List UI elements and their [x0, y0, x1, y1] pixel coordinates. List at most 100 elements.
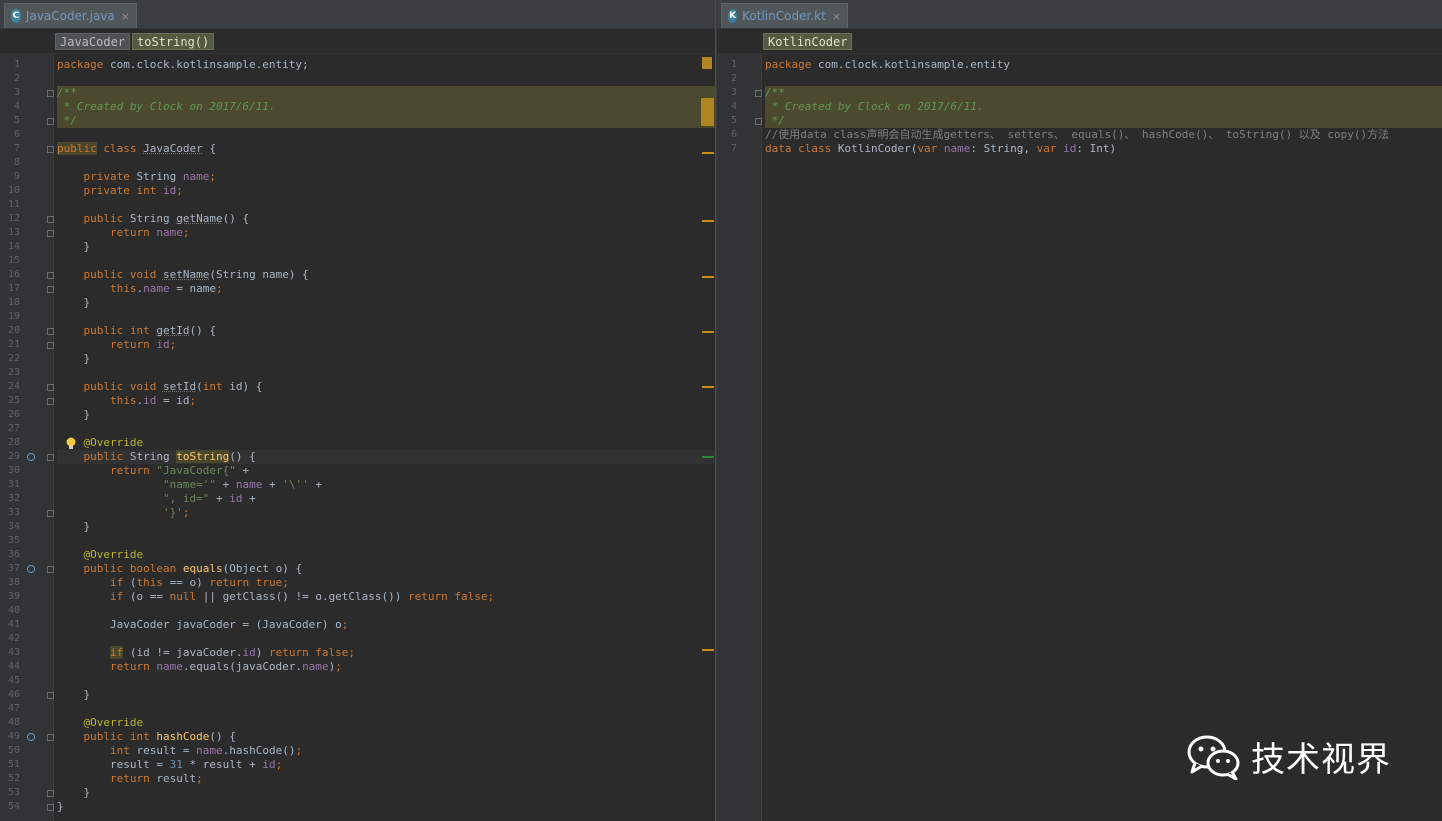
fold-marker-icon[interactable]	[47, 286, 54, 293]
code-line[interactable]	[57, 632, 715, 646]
code-line[interactable]: public int getId() {	[57, 324, 715, 338]
override-method-icon[interactable]	[27, 453, 35, 461]
breadcrumb-method[interactable]: toString()	[132, 33, 215, 50]
code-line[interactable]: "name='" + name + '\'' +	[57, 478, 715, 492]
fold-marker-icon[interactable]	[47, 384, 54, 391]
code-line[interactable]: //使用data class声明会自动生成getters、 setters、 e…	[765, 128, 1442, 142]
code-line[interactable]: public String toString() {	[57, 450, 715, 464]
fold-marker-icon[interactable]	[47, 734, 54, 741]
code-line[interactable]: this.id = id;	[57, 394, 715, 408]
code-line[interactable]: public void setId(int id) {	[57, 380, 715, 394]
highlight-marker[interactable]	[701, 98, 714, 126]
breadcrumb-class[interactable]: JavaCoder	[55, 33, 131, 50]
code-line[interactable]	[57, 254, 715, 268]
fold-marker-icon[interactable]	[47, 398, 54, 405]
code-line[interactable]: @Override	[57, 436, 715, 450]
code-line[interactable]: @Override	[57, 548, 715, 562]
fold-marker-icon[interactable]	[47, 146, 54, 153]
code-line[interactable]: }	[57, 520, 715, 534]
code-line[interactable]	[57, 310, 715, 324]
close-icon[interactable]: ×	[121, 10, 130, 23]
code-line[interactable]: ", id=" + id +	[57, 492, 715, 506]
code-line[interactable]: */	[57, 114, 715, 128]
fold-marker-icon[interactable]	[47, 804, 54, 811]
fold-marker-icon[interactable]	[47, 510, 54, 517]
error-stripe[interactable]	[701, 54, 715, 821]
fold-marker-icon[interactable]	[47, 118, 54, 125]
code-line[interactable]: return name;	[57, 226, 715, 240]
code-line[interactable]: public int hashCode() {	[57, 730, 715, 744]
fold-marker-icon[interactable]	[47, 272, 54, 279]
code-line[interactable]: @Override	[57, 716, 715, 730]
code-line[interactable]	[57, 156, 715, 170]
fold-marker-icon[interactable]	[47, 454, 54, 461]
code-line[interactable]	[765, 72, 1442, 86]
code-line[interactable]: result = 31 * result + id;	[57, 758, 715, 772]
code-line[interactable]	[57, 674, 715, 688]
tab-javacoder-java[interactable]: C JavaCoder.java ×	[4, 3, 137, 28]
close-icon[interactable]: ×	[832, 10, 841, 23]
code-line[interactable]: JavaCoder javaCoder = (JavaCoder) o;	[57, 618, 715, 632]
warning-marker[interactable]	[702, 57, 712, 69]
code-line[interactable]: public class JavaCoder {	[57, 142, 715, 156]
java-code-area[interactable]: package com.clock.kotlinsample.entity; /*…	[57, 54, 715, 821]
code-line[interactable]	[57, 534, 715, 548]
warning-marker[interactable]	[702, 331, 714, 333]
breadcrumb-class[interactable]: KotlinCoder	[763, 33, 853, 50]
code-line[interactable]: return id;	[57, 338, 715, 352]
fold-marker-icon[interactable]	[47, 790, 54, 797]
fold-marker-icon[interactable]	[47, 692, 54, 699]
code-line[interactable]: }	[57, 352, 715, 366]
code-line[interactable]	[57, 604, 715, 618]
code-line[interactable]: return name.equals(javaCoder.name);	[57, 660, 715, 674]
kotlin-code-area[interactable]: package com.clock.kotlinsample.entity /**…	[765, 54, 1442, 821]
code-line[interactable]	[57, 128, 715, 142]
code-line[interactable]: package com.clock.kotlinsample.entity	[765, 58, 1442, 72]
code-line[interactable]: */	[765, 114, 1442, 128]
fold-marker-icon[interactable]	[47, 216, 54, 223]
code-line[interactable]	[57, 198, 715, 212]
code-line[interactable]: public String getName() {	[57, 212, 715, 226]
fold-marker-icon[interactable]	[47, 566, 54, 573]
warning-marker[interactable]	[702, 649, 714, 651]
code-line[interactable]: return "JavaCoder{" +	[57, 464, 715, 478]
code-line[interactable]: public void setName(String name) {	[57, 268, 715, 282]
fold-marker-icon[interactable]	[755, 90, 762, 97]
line-number-gutter[interactable]: 1 2 3 4 5 6 7	[717, 54, 762, 821]
code-line[interactable]: /**	[765, 86, 1442, 100]
code-line[interactable]: }	[57, 786, 715, 800]
code-line[interactable]	[57, 366, 715, 380]
warning-marker[interactable]	[702, 276, 714, 278]
code-line[interactable]: if (this == o) return true;	[57, 576, 715, 590]
code-line[interactable]: if (o == null || getClass() != o.getClas…	[57, 590, 715, 604]
code-line[interactable]: return result;	[57, 772, 715, 786]
code-line[interactable]: private int id;	[57, 184, 715, 198]
code-line[interactable]: this.name = name;	[57, 282, 715, 296]
code-line[interactable]: package com.clock.kotlinsample.entity;	[57, 58, 715, 72]
code-line[interactable]: '}';	[57, 506, 715, 520]
warning-marker[interactable]	[702, 220, 714, 222]
warning-marker[interactable]	[702, 386, 714, 388]
fold-marker-icon[interactable]	[47, 90, 54, 97]
code-line[interactable]: if (id != javaCoder.id) return false;	[57, 646, 715, 660]
code-line[interactable]	[57, 702, 715, 716]
code-line[interactable]: }	[57, 688, 715, 702]
code-line[interactable]: data class KotlinCoder(var name: String,…	[765, 142, 1442, 156]
code-line[interactable]: }	[57, 800, 715, 814]
code-line[interactable]: * Created by Clock on 2017/6/11.	[57, 100, 715, 114]
fold-marker-icon[interactable]	[47, 230, 54, 237]
fold-marker-icon[interactable]	[47, 328, 54, 335]
code-line[interactable]	[57, 72, 715, 86]
code-line[interactable]: }	[57, 296, 715, 310]
code-line[interactable]: }	[57, 408, 715, 422]
line-number-gutter[interactable]: 1 2 3 4 5 6 7 8 9 10 11 12 13 14 15 16 17 18 19 20 21 22 23 24 2…	[0, 54, 54, 821]
override-method-icon[interactable]	[27, 733, 35, 741]
intention-bulb-icon[interactable]	[65, 436, 77, 450]
code-line[interactable]: int result = name.hashCode();	[57, 744, 715, 758]
code-line[interactable]: private String name;	[57, 170, 715, 184]
code-line[interactable]	[57, 422, 715, 436]
code-line[interactable]: public boolean equals(Object o) {	[57, 562, 715, 576]
code-line[interactable]: /**	[57, 86, 715, 100]
tab-kotlincoder-kt[interactable]: K KotlinCoder.kt ×	[721, 3, 848, 28]
fold-marker-icon[interactable]	[47, 342, 54, 349]
